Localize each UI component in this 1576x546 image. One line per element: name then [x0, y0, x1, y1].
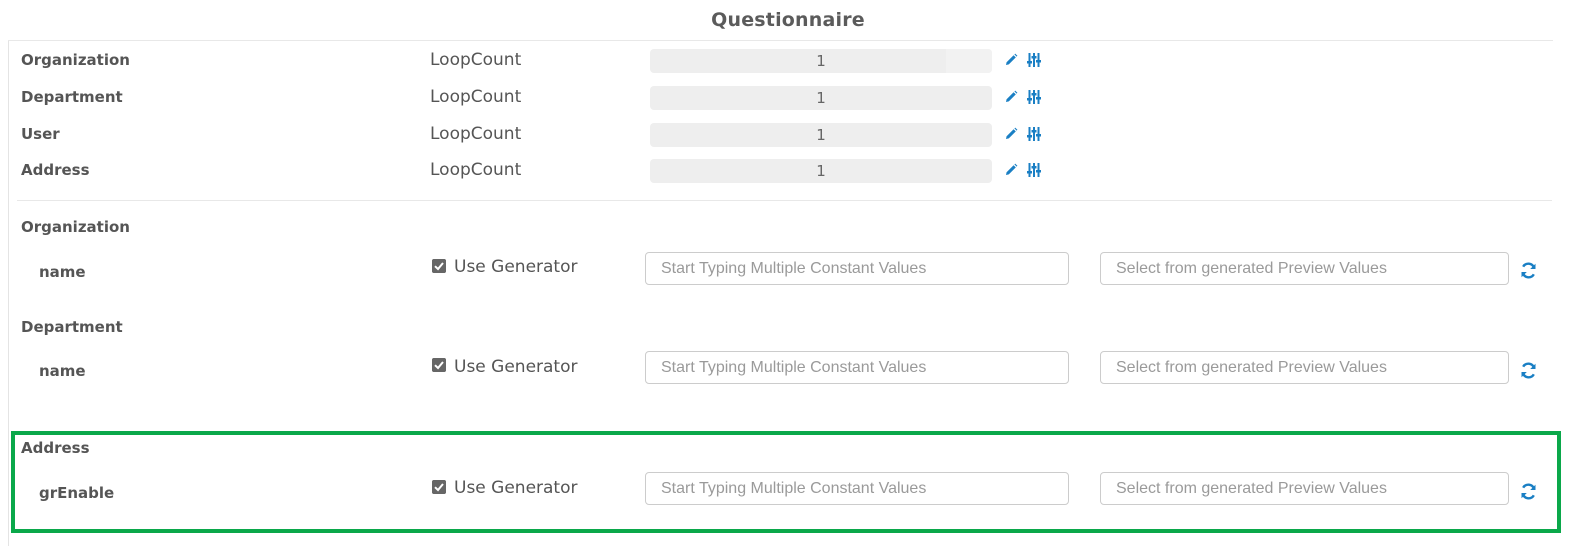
refresh-icon[interactable]: [1520, 362, 1537, 379]
page-title: Questionnaire: [711, 9, 865, 31]
loop-entity-label: User: [21, 125, 60, 143]
sliders-icon[interactable]: [1027, 53, 1041, 67]
loop-count-input[interactable]: 1: [650, 86, 992, 110]
loop-entity-label: Address: [21, 161, 90, 179]
preview-values-select[interactable]: [1100, 252, 1509, 285]
checkbox-checked-icon[interactable]: [432, 259, 446, 273]
field-name-label: name: [39, 362, 86, 380]
sliders-icon[interactable]: [1027, 90, 1041, 104]
loop-count-input[interactable]: 1: [650, 49, 992, 73]
checkbox-checked-icon[interactable]: [432, 358, 446, 372]
loop-count-label: LoopCount: [430, 124, 522, 144]
section-entity-label: Department: [21, 318, 123, 336]
highlight-box: [11, 431, 1561, 533]
loop-entity-label: Department: [21, 88, 123, 106]
section-entity-label: Organization: [21, 218, 130, 236]
preview-values-select[interactable]: [1100, 351, 1509, 384]
use-generator-label[interactable]: Use Generator: [454, 257, 578, 277]
pencil-icon[interactable]: [1004, 127, 1018, 141]
section-divider: [17, 200, 1552, 201]
pencil-icon[interactable]: [1004, 163, 1018, 177]
field-name-label: name: [39, 263, 86, 281]
pencil-icon[interactable]: [1004, 53, 1018, 67]
loop-count-label: LoopCount: [430, 160, 522, 180]
constant-values-input[interactable]: [645, 252, 1069, 285]
sliders-icon[interactable]: [1027, 127, 1041, 141]
loop-count-input[interactable]: 1: [650, 159, 992, 183]
loop-entity-label: Organization: [21, 51, 130, 69]
loop-count-label: LoopCount: [430, 87, 522, 107]
loop-count-input[interactable]: 1: [650, 123, 992, 147]
pencil-icon[interactable]: [1004, 90, 1018, 104]
sliders-icon[interactable]: [1027, 163, 1041, 177]
constant-values-input[interactable]: [645, 351, 1069, 384]
refresh-icon[interactable]: [1520, 262, 1537, 279]
loop-count-label: LoopCount: [430, 50, 522, 70]
title-divider: [8, 40, 1553, 41]
use-generator-label[interactable]: Use Generator: [454, 357, 578, 377]
